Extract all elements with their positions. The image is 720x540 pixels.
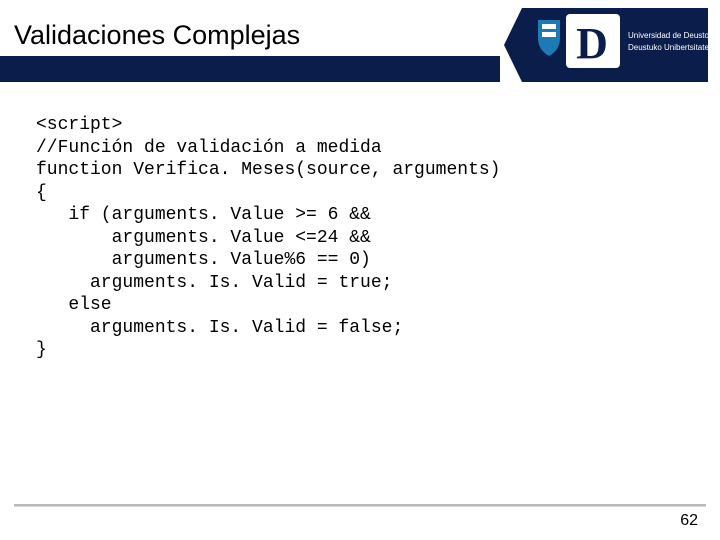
header: Validaciones Complejas D Universidad de … [0, 6, 720, 76]
footer-divider [14, 504, 706, 506]
page-number: 62 [680, 512, 698, 530]
header-stripe [0, 56, 500, 82]
code-snippet: <script> //Función de validación a medid… [36, 114, 500, 362]
brand-bottom: Deustuko Unibertsitatea [628, 43, 708, 52]
slide: Validaciones Complejas D Universidad de … [0, 0, 720, 540]
page-title: Validaciones Complejas [14, 20, 300, 51]
svg-text:D: D [576, 19, 608, 68]
university-logo: D Universidad de Deusto Deustuko Unibert… [504, 8, 708, 82]
brand-top: Universidad de Deusto [628, 31, 708, 40]
